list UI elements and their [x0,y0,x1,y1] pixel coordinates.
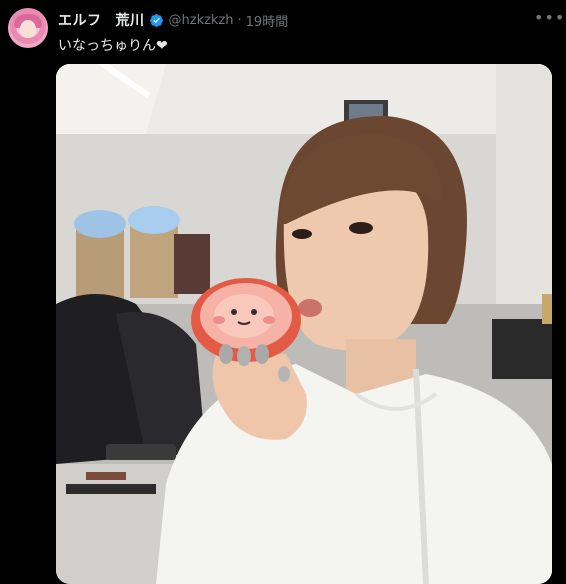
display-name-part1: エルフ [58,13,102,29]
display-name[interactable]: エルフ 荒川 [58,10,145,30]
verified-badge-icon [149,13,163,27]
user-avatar[interactable] [8,8,48,48]
user-handle[interactable]: @hzkzkzh [169,13,234,28]
tweet-timestamp[interactable]: 19時間 [246,11,289,30]
tweet-photo[interactable] [56,64,552,584]
display-name-part2: 荒川 [115,13,145,29]
avatar-face [20,20,36,38]
tweet-header: エルフ 荒川 @hzkzkzh · 19時間 [58,10,526,30]
more-options-icon[interactable]: ••• [534,8,564,28]
tweet-text: いなっちゅりん❤ [58,38,168,54]
meta-separator: · [237,12,242,28]
photo-content [56,64,552,584]
